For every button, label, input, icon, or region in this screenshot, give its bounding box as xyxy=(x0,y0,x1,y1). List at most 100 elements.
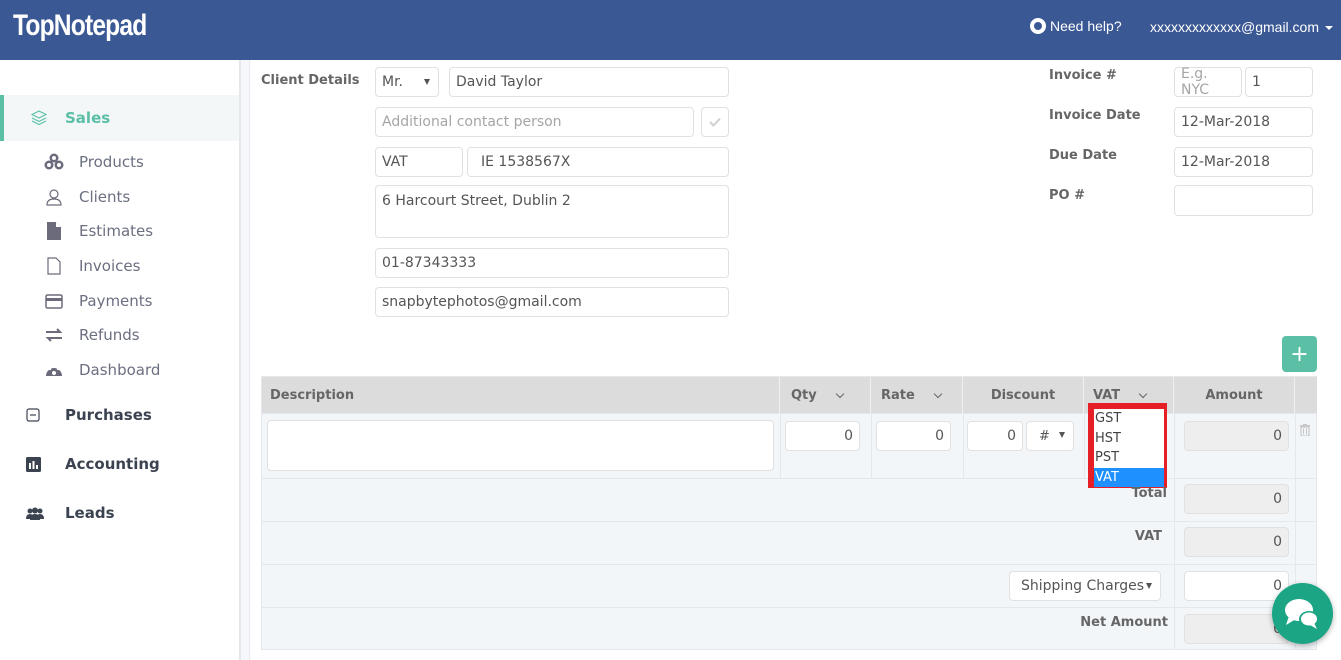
client-email-input[interactable]: snapbytephotos@gmail.com xyxy=(375,287,729,317)
salutation-select[interactable]: Mr. xyxy=(375,67,439,97)
sidebar-item-label: Accounting xyxy=(65,455,160,473)
client-details-label: Client Details xyxy=(261,73,360,88)
sidebar-item-label: Purchases xyxy=(65,406,152,424)
shipping-charges-value: Shipping Charges xyxy=(1021,578,1145,594)
tax-total-field: 0 xyxy=(1184,527,1289,557)
top-navbar: TopNotepad Need help? xxxxxxxxxxxxx@gmai… xyxy=(0,0,1341,60)
layers-icon xyxy=(31,110,47,126)
file-filled-icon xyxy=(44,222,64,240)
dropdown-arrow-icon xyxy=(1146,583,1152,589)
tax-option-gst[interactable]: GST xyxy=(1094,409,1164,429)
file-outline-icon xyxy=(44,257,64,275)
sidebar-item-estimates[interactable]: Estimates xyxy=(44,219,234,243)
lifebuoy-icon xyxy=(1030,18,1046,34)
discount-input[interactable]: 0 xyxy=(967,421,1023,451)
invoice-number-label: Invoice # xyxy=(1049,68,1117,83)
sidebar-item-invoices[interactable]: Invoices xyxy=(44,254,234,278)
sidebar-item-label: Invoices xyxy=(79,257,141,275)
users-icon xyxy=(26,507,46,520)
sidebar-item-purchases[interactable]: Purchases xyxy=(26,403,226,427)
credit-card-icon xyxy=(44,292,64,310)
tax-option-hst[interactable]: HST xyxy=(1094,429,1164,449)
discount-type-value: # xyxy=(1039,428,1050,444)
trash-icon[interactable] xyxy=(1300,424,1310,436)
discount-type-select[interactable]: # xyxy=(1026,421,1074,451)
sidebar-item-label: Sales xyxy=(65,109,111,127)
column-qty[interactable]: Qty xyxy=(780,377,871,414)
sidebar-item-clients[interactable]: Clients xyxy=(44,185,234,209)
column-description: Description xyxy=(262,377,780,414)
chevron-down-icon xyxy=(835,389,844,398)
po-input[interactable] xyxy=(1174,185,1313,216)
sidebar-item-label: Products xyxy=(79,153,144,171)
sidebar-item-refunds[interactable]: Refunds xyxy=(44,323,234,347)
sidebar-item-label: Estimates xyxy=(79,222,154,240)
rate-input[interactable]: 0 xyxy=(876,421,951,451)
dropdown-arrow-icon xyxy=(424,79,430,85)
invoice-prefix-input[interactable]: E.g. NYC xyxy=(1174,66,1242,98)
tax-total-label: VAT xyxy=(1134,529,1162,544)
minus-square-icon xyxy=(26,408,46,422)
column-amount: Amount xyxy=(1174,377,1295,414)
phone-input[interactable]: 01-87343333 xyxy=(375,248,729,278)
sidebar-item-sales[interactable]: Sales xyxy=(0,95,239,141)
tax-number-input[interactable]: IE 1538567X xyxy=(467,147,729,177)
check-icon xyxy=(709,117,721,127)
due-date-input[interactable]: 12-Mar-2018 xyxy=(1174,147,1313,177)
dashboard-icon xyxy=(44,361,64,379)
chevron-down-icon xyxy=(1138,389,1148,398)
tax-option-vat[interactable]: VAT xyxy=(1094,467,1164,487)
sidebar-item-accounting[interactable]: Accounting xyxy=(26,452,226,476)
column-actions xyxy=(1295,377,1317,414)
invoice-number-input[interactable]: 1 xyxy=(1245,67,1313,97)
shipping-charges-select[interactable]: Shipping Charges xyxy=(1009,571,1161,601)
address-textarea[interactable]: 6 Harcourt Street, Dublin 2 xyxy=(375,185,729,238)
column-rate[interactable]: Rate xyxy=(871,377,963,414)
po-label: PO # xyxy=(1049,188,1085,203)
invoice-date-label: Invoice Date xyxy=(1049,108,1141,123)
total-label: Total xyxy=(1131,486,1167,501)
sidebar-divider xyxy=(241,60,250,660)
column-discount: Discount xyxy=(963,377,1084,414)
chat-widget-button[interactable] xyxy=(1272,583,1333,644)
exchange-icon xyxy=(44,326,64,344)
sidebar-item-label: Clients xyxy=(79,188,131,206)
salutation-value: Mr. xyxy=(382,74,403,90)
description-input[interactable] xyxy=(267,420,774,471)
client-name-input[interactable]: David Taylor xyxy=(449,67,729,97)
add-line-item-button[interactable]: + xyxy=(1282,336,1317,372)
app-logo[interactable]: TopNotepad xyxy=(13,6,147,46)
sidebar-item-dashboard[interactable]: Dashboard xyxy=(44,358,234,382)
contact-person-input[interactable]: Additional contact person xyxy=(375,107,694,137)
user-menu[interactable]: xxxxxxxxxxxxx@gmail.com xyxy=(1150,19,1334,35)
contact-confirm-button[interactable] xyxy=(701,107,729,137)
tax-type-input[interactable]: VAT xyxy=(375,147,463,177)
sidebar: Sales Products Clients Estimates Invoice… xyxy=(0,60,241,660)
tax-type-dropdown[interactable]: GST HST PST VAT xyxy=(1088,403,1167,488)
sidebar-item-leads[interactable]: Leads xyxy=(26,501,226,525)
sidebar-item-products[interactable]: Products xyxy=(44,150,234,174)
net-amount-label: Net Amount xyxy=(1080,615,1168,630)
need-help-link[interactable]: Need help? xyxy=(1030,18,1122,34)
chat-bubbles-icon xyxy=(1285,599,1319,629)
need-help-label: Need help? xyxy=(1050,18,1122,34)
sidebar-item-payments[interactable]: Payments xyxy=(44,289,234,313)
due-date-label: Due Date xyxy=(1049,148,1117,163)
cubes-icon xyxy=(44,153,64,171)
sidebar-item-label: Payments xyxy=(79,292,153,310)
chevron-down-icon xyxy=(933,389,943,398)
bar-chart-icon xyxy=(26,456,46,472)
tax-type-options: GST HST PST VAT xyxy=(1094,409,1164,487)
user-icon xyxy=(44,188,64,206)
invoice-date-input[interactable]: 12-Mar-2018 xyxy=(1174,107,1313,137)
amount-field: 0 xyxy=(1184,421,1289,451)
caret-down-icon xyxy=(1325,26,1334,30)
dropdown-arrow-icon xyxy=(1059,432,1065,438)
sidebar-item-label: Leads xyxy=(65,504,115,522)
user-email: xxxxxxxxxxxxx@gmail.com xyxy=(1150,19,1320,35)
sidebar-item-label: Refunds xyxy=(79,326,140,344)
qty-input[interactable]: 0 xyxy=(785,421,860,451)
total-field: 0 xyxy=(1184,484,1289,514)
tax-option-pst[interactable]: PST xyxy=(1094,448,1164,468)
sidebar-item-label: Dashboard xyxy=(79,361,161,379)
